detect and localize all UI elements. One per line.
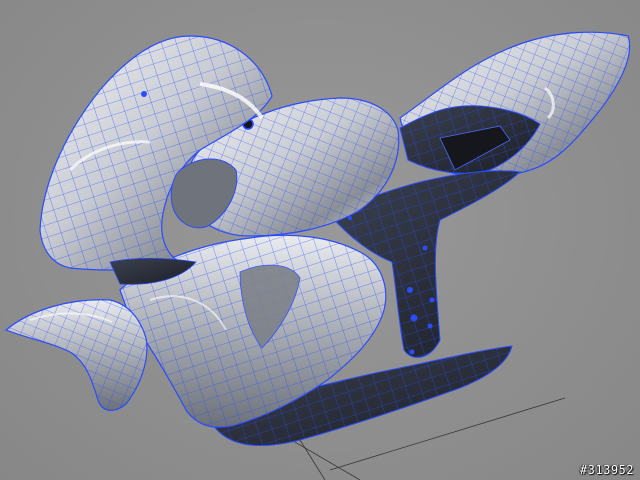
3d-viewport[interactable]: #313952 <box>0 0 640 480</box>
front-fender <box>4 299 148 411</box>
tail-section <box>399 31 631 178</box>
wireframe-motorcycle-fairing-render <box>4 31 631 480</box>
watermark: #313952 <box>579 463 634 477</box>
